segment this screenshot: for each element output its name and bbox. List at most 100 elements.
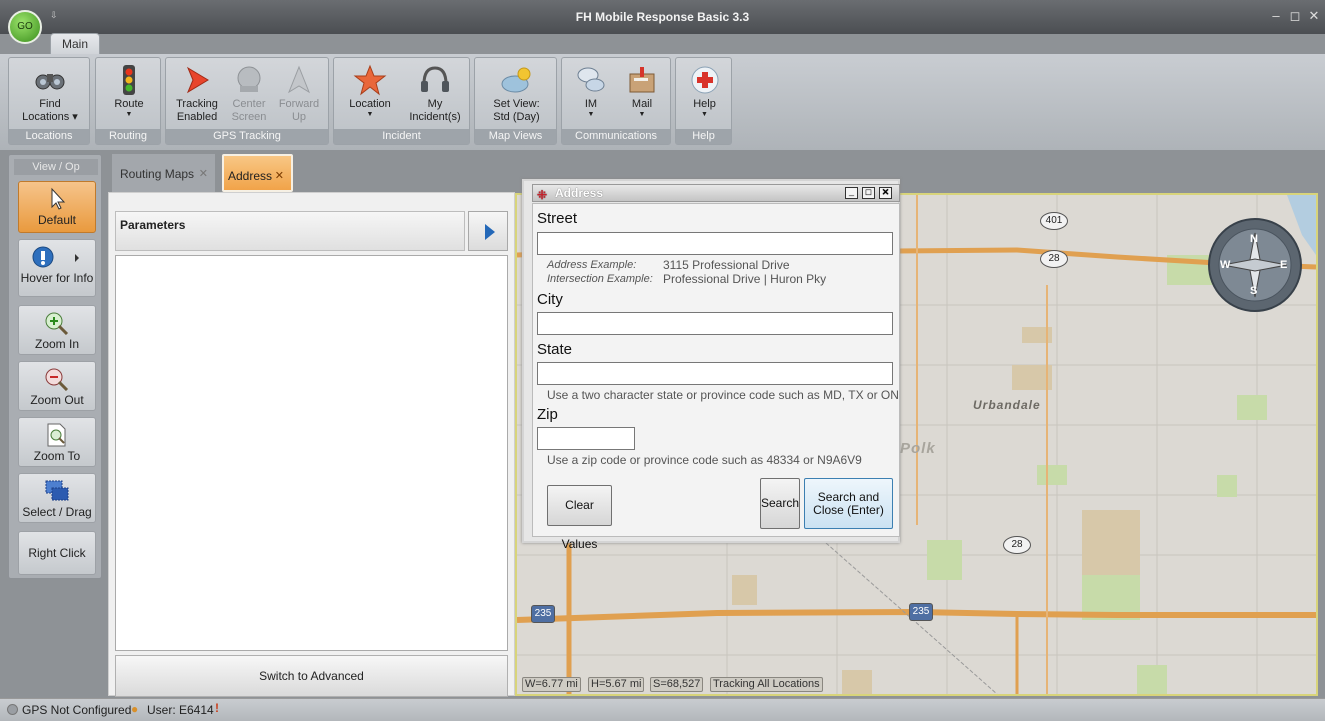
- zip-input[interactable]: [537, 427, 635, 450]
- view-op-header: View / Op: [14, 159, 98, 175]
- im-button[interactable]: IM ▼: [568, 62, 614, 118]
- route-button[interactable]: Route ▼: [100, 62, 158, 118]
- ribbon-group-gps-tracking: Tracking Enabled Center Screen Forward U…: [165, 57, 329, 145]
- zoom-to-tool-button[interactable]: Zoom To: [18, 417, 96, 467]
- map-height-readout: H=5.67 mi: [588, 677, 645, 692]
- clear-values-button[interactable]: Clear Values: [547, 485, 612, 551]
- star-icon: [353, 64, 387, 96]
- info-hover-icon: [27, 245, 87, 269]
- set-view-button[interactable]: Set View: Std (Day): [479, 62, 554, 124]
- cursor-icon: [44, 187, 70, 211]
- intersection-example: Professional Drive | Huron Pky: [663, 272, 827, 286]
- close-button[interactable]: ✕: [1306, 8, 1322, 24]
- select-drag-tool-button[interactable]: Select / Drag: [18, 473, 96, 523]
- tracking-enabled-button[interactable]: Tracking Enabled: [170, 62, 224, 124]
- incident-location-button[interactable]: Location ▼: [340, 62, 400, 118]
- ribbon: Find Locations ▾ Locations Route ▼ Routi…: [0, 54, 1325, 150]
- search-and-close-button[interactable]: Search and Close (Enter): [804, 478, 893, 529]
- zoom-to-icon: [44, 423, 70, 447]
- tab-address-label: Address: [228, 169, 273, 183]
- app-menu-go-button[interactable]: GO: [8, 10, 42, 44]
- zoom-out-tool-button[interactable]: Zoom Out: [18, 361, 96, 411]
- forward-up-button[interactable]: Forward Up: [272, 62, 326, 124]
- group-label: Communications: [562, 129, 670, 144]
- city-label: City: [537, 291, 563, 308]
- switch-to-advanced-button[interactable]: Switch to Advanced: [115, 655, 508, 697]
- set-view-label: Set View: Std (Day): [493, 98, 540, 123]
- ribbon-group-map-views: Set View: Std (Day) Map Views: [474, 57, 557, 145]
- hover-info-label: Hover for Info: [20, 271, 94, 285]
- city-input[interactable]: [537, 312, 893, 335]
- zoom-in-icon: [44, 311, 70, 336]
- zoom-to-label: Zoom To: [33, 449, 81, 463]
- address-example-label: Address Example:: [547, 259, 637, 271]
- map-view-icon: [500, 64, 534, 96]
- compass-n: N: [1250, 233, 1258, 245]
- run-button[interactable]: [468, 211, 508, 251]
- forward-up-icon: [282, 64, 316, 96]
- state-hint: Use a two character state or province co…: [547, 388, 899, 402]
- group-label: Incident: [334, 129, 469, 144]
- close-icon[interactable]: ✕: [199, 154, 208, 194]
- center-screen-label: Center Screen: [231, 98, 267, 123]
- dialog-title: Address: [555, 186, 604, 200]
- zoom-in-tool-button[interactable]: Zoom In: [18, 305, 96, 355]
- mail-label: Mail: [631, 98, 653, 110]
- route-shield: 28: [1040, 250, 1068, 268]
- my-incidents-button[interactable]: My Incident(s): [404, 62, 466, 124]
- find-locations-button[interactable]: Find Locations ▾: [13, 62, 87, 124]
- center-screen-button[interactable]: Center Screen: [222, 62, 276, 124]
- search-button[interactable]: Search: [760, 478, 800, 529]
- ribbon-group-routing: Route ▼ Routing: [95, 57, 161, 145]
- status-bar: GPS Not Configured ● User: E6414 !: [0, 698, 1325, 721]
- minimize-button[interactable]: –: [1268, 8, 1284, 23]
- center-screen-icon: [232, 64, 266, 96]
- ribbon-group-locations: Find Locations ▾ Locations: [8, 57, 90, 145]
- default-tool-label: Default: [37, 213, 77, 227]
- view-op-panel: View / Op Default Hover for Info Zoom In…: [8, 154, 102, 579]
- select-drag-icon: [44, 479, 70, 503]
- help-icon: [688, 64, 722, 96]
- forward-up-label: Forward Up: [278, 98, 320, 123]
- street-label: Street: [537, 210, 578, 227]
- help-button[interactable]: Help ▼: [680, 62, 729, 118]
- zoom-out-icon: [44, 367, 70, 392]
- tab-main[interactable]: Main: [50, 33, 100, 55]
- dialog-title-bar[interactable]: ⁜ Address _ □ ✕: [532, 184, 900, 202]
- compass[interactable]: N E S W: [1207, 217, 1303, 313]
- map-width-readout: W=6.77 mi: [522, 677, 581, 692]
- chevron-down-icon: ▼: [366, 111, 374, 118]
- close-icon[interactable]: ✕: [275, 156, 284, 196]
- dialog-maximize-button[interactable]: □: [862, 187, 875, 199]
- chevron-down-icon: ▼: [638, 111, 646, 118]
- right-click-tool-button[interactable]: Right Click: [18, 531, 96, 575]
- default-tool-button[interactable]: Default: [18, 181, 96, 233]
- hover-info-tool-button[interactable]: Hover for Info: [18, 239, 96, 297]
- group-label: GPS Tracking: [166, 129, 328, 144]
- dialog-minimize-button[interactable]: _: [845, 187, 858, 199]
- street-input[interactable]: [537, 232, 893, 255]
- interstate-shield: 235: [909, 603, 933, 621]
- tab-address[interactable]: Address ✕: [222, 154, 293, 192]
- ribbon-group-incident: Location ▼ My Incident(s) Incident: [333, 57, 470, 145]
- state-input[interactable]: [537, 362, 893, 385]
- dialog-close-button[interactable]: ✕: [879, 187, 892, 199]
- chevron-down-icon: ▼: [587, 111, 595, 118]
- tab-routing-maps[interactable]: Routing Maps ✕: [112, 154, 215, 192]
- quick-access-dropdown-icon[interactable]: ⇩: [50, 10, 58, 21]
- group-label: Routing: [96, 129, 160, 144]
- restore-button[interactable]: ◻: [1287, 8, 1303, 24]
- select-drag-label: Select / Drag: [22, 505, 92, 519]
- ribbon-group-communications: IM ▼ Mail ▼ Communications: [561, 57, 671, 145]
- im-label: IM: [584, 98, 598, 110]
- group-label: Locations: [9, 129, 89, 144]
- route-label: Route: [114, 98, 144, 110]
- mail-button[interactable]: Mail ▼: [618, 62, 666, 118]
- chat-bubbles-icon: [574, 64, 608, 96]
- headset-icon: [418, 64, 452, 96]
- tracking-status: Tracking All Locations: [710, 677, 823, 692]
- zip-label: Zip: [537, 406, 558, 423]
- help-label: Help: [693, 98, 716, 110]
- parameters-header: Parameters: [115, 211, 465, 251]
- incident-location-label: Location: [349, 98, 391, 110]
